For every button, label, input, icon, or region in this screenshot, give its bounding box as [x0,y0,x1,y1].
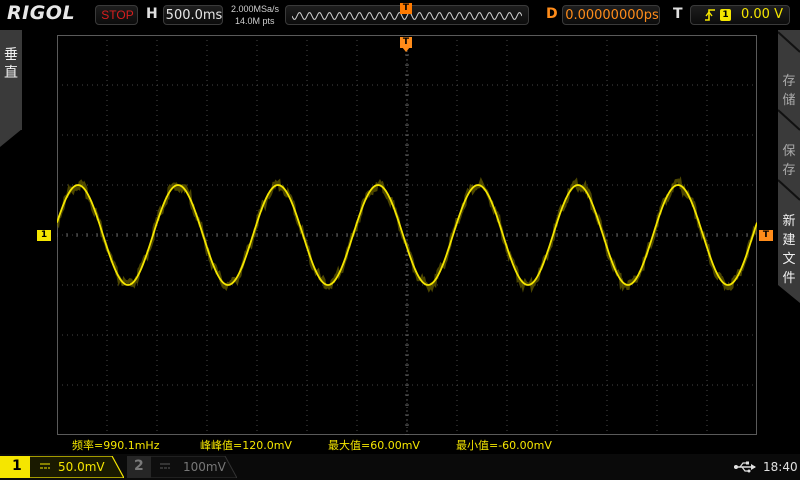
brand-logo: RIGOL [7,2,76,24]
run-stop-indicator[interactable]: STOP [95,5,138,25]
run-state-label: STOP [101,8,134,22]
ch1-offset-marker[interactable]: 1 [37,230,51,241]
delay-value: 0.00000000ps [565,8,659,23]
delay-field[interactable]: 0.00000000ps [562,5,660,25]
sample-rate: 2.000MSa/s [231,4,280,14]
softkey-dividers [778,31,800,201]
top-status-bar: RIGOL STOP H 500.0ms 2.000MSa/s 14.0M pt… [0,0,800,30]
channel2-number: 2 [134,458,144,474]
trigger-source-badge: 1 [720,9,731,21]
timebase-value: 500.0ms [165,8,223,23]
waveform-graticule[interactable] [57,35,757,435]
delay-label: D [546,6,558,22]
memory-depth: 14.0M pts [235,16,275,26]
trigger-label: T [673,6,683,22]
measurement-minimum: 最小值=-60.00mV [456,439,552,452]
dc-coupling-icon [40,463,50,469]
trigger-position-icon: T [400,3,412,14]
timebase-field[interactable]: 500.0ms [163,5,223,25]
trigger-level-value: 0.00 V [741,7,783,22]
rising-edge-icon [705,9,715,21]
measurement-peak-to-peak: 峰峰值=120.0mV [200,439,292,452]
clock: 18:40 [763,460,798,474]
channel1-scale: 50.0mV [58,460,105,474]
usb-icon [734,461,756,473]
measurement-frequency: 频率=990.1mHz [72,439,160,452]
vertical-menu-tab[interactable]: 垂直 [0,30,22,130]
measurement-maximum: 最大值=60.00mV [328,439,420,452]
channel1-number: 1 [12,458,22,474]
softkey-menu-tail [778,285,800,303]
vertical-menu-label: 垂直 [4,47,18,81]
trigger-position-arrow [402,47,410,52]
trigger-level-marker[interactable]: T [759,230,773,241]
horizontal-label: H [146,6,158,22]
ch2-coupling-icon [160,463,170,469]
vertical-menu-tab-tail [0,129,22,147]
channel2-scale: 100mV [183,460,226,474]
